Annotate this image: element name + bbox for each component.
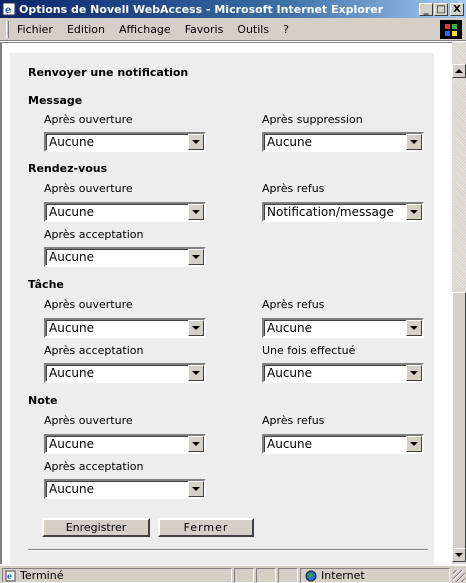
select-value: Aucune — [49, 135, 95, 149]
page-title: Renvoyer une notification — [28, 66, 189, 79]
menu-fichier[interactable]: Fichier — [17, 23, 53, 36]
task-after-open-select[interactable]: Aucune — [44, 318, 206, 338]
select-value: Aucune — [267, 437, 313, 451]
globe-icon — [305, 570, 317, 582]
note-after-open-select[interactable]: Aucune — [44, 434, 206, 454]
section-title-rendez-vous: Rendez-vous — [28, 162, 108, 175]
select-value: Notification/message — [267, 205, 394, 219]
select-value: Aucune — [49, 437, 95, 451]
select-value: Aucune — [49, 250, 95, 264]
svg-text:e: e — [5, 5, 11, 16]
dropdown-arrow-icon[interactable] — [406, 204, 422, 220]
scroll-up-button[interactable] — [452, 64, 466, 78]
menu-favoris[interactable]: Favoris — [185, 23, 224, 36]
status-main: e Terminé — [2, 568, 232, 583]
title-bar[interactable]: e Options de Novell WebAccess - Microsof… — [0, 0, 466, 18]
svg-text:e: e — [7, 571, 12, 581]
status-cell — [278, 568, 298, 583]
windows-logo-icon — [440, 20, 462, 39]
window-title: Options de Novell WebAccess - Microsoft … — [19, 2, 384, 16]
dropdown-arrow-icon[interactable] — [188, 249, 204, 265]
appointment-after-open-select[interactable]: Aucune — [44, 202, 206, 222]
status-text: Terminé — [20, 569, 64, 582]
field-label: Après acceptation — [44, 228, 144, 241]
status-bar: e Terminé Internet — [0, 565, 466, 583]
field-label: Une fois effectué — [262, 344, 356, 357]
divider — [28, 549, 428, 551]
ie-document-icon: e — [2, 2, 16, 16]
security-zone: Internet — [300, 568, 450, 583]
field-label: Après ouverture — [44, 298, 133, 311]
menu-bar: Fichier Edition Affichage Favoris Outils… — [0, 18, 466, 41]
dropdown-arrow-icon[interactable] — [406, 320, 422, 336]
select-value: Aucune — [267, 135, 313, 149]
section-title-task: Tâche — [28, 278, 64, 291]
page-icon: e — [5, 570, 17, 582]
close-button[interactable]: X — [450, 2, 464, 16]
close-window-button[interactable]: Fermer — [158, 518, 254, 537]
message-after-delete-select[interactable]: Aucune — [262, 132, 424, 152]
section-title-message: Message — [28, 94, 83, 107]
dropdown-arrow-icon[interactable] — [406, 436, 422, 452]
select-value: Aucune — [49, 321, 95, 335]
select-value: Aucune — [49, 205, 95, 219]
chevron-down-icon — [455, 553, 463, 557]
vertical-scrollbar[interactable] — [452, 42, 466, 564]
dropdown-arrow-icon[interactable] — [188, 204, 204, 220]
note-after-accept-select[interactable]: Aucune — [44, 479, 206, 499]
task-after-accept-select[interactable]: Aucune — [44, 363, 206, 383]
field-label: Après refus — [262, 298, 325, 311]
chevron-up-icon — [455, 69, 463, 73]
select-value: Aucune — [267, 366, 313, 380]
status-cell — [256, 568, 276, 583]
select-value: Aucune — [49, 366, 95, 380]
menu-affichage[interactable]: Affichage — [119, 23, 171, 36]
dropdown-arrow-icon[interactable] — [406, 365, 422, 381]
appointment-after-decline-select[interactable]: Notification/message — [262, 202, 424, 222]
field-label: Après ouverture — [44, 414, 133, 427]
menu-help[interactable]: ? — [283, 23, 289, 36]
dropdown-arrow-icon[interactable] — [188, 436, 204, 452]
scroll-thumb[interactable] — [452, 292, 466, 562]
save-button[interactable]: Enregistrer — [42, 518, 150, 537]
note-after-decline-select[interactable]: Aucune — [262, 434, 424, 454]
field-label: Après suppression — [262, 113, 363, 126]
task-after-decline-select[interactable]: Aucune — [262, 318, 424, 338]
appointment-after-accept-select[interactable]: Aucune — [44, 247, 206, 267]
section-title-note: Note — [28, 394, 58, 407]
dropdown-arrow-icon[interactable] — [188, 481, 204, 497]
field-label: Après acceptation — [44, 460, 144, 473]
dropdown-arrow-icon[interactable] — [188, 320, 204, 336]
dropdown-arrow-icon[interactable] — [188, 134, 204, 150]
dropdown-arrow-icon[interactable] — [188, 365, 204, 381]
menu-outils[interactable]: Outils — [237, 23, 269, 36]
task-after-complete-select[interactable]: Aucune — [262, 363, 424, 383]
select-value: Aucune — [267, 321, 313, 335]
field-label: Après refus — [262, 414, 325, 427]
scroll-down-button[interactable] — [452, 548, 466, 562]
menu-edition[interactable]: Edition — [67, 23, 105, 36]
maximize-button[interactable]: □ — [434, 2, 448, 16]
select-value: Aucune — [49, 482, 95, 496]
field-label: Après refus — [262, 182, 325, 195]
field-label: Après ouverture — [44, 113, 133, 126]
field-label: Après ouverture — [44, 182, 133, 195]
minimize-button[interactable]: _ — [419, 2, 433, 16]
dropdown-arrow-icon[interactable] — [406, 134, 422, 150]
field-label: Après acceptation — [44, 344, 144, 357]
message-after-open-select[interactable]: Aucune — [44, 132, 206, 152]
resize-grip[interactable] — [453, 570, 465, 582]
toolbar-grip[interactable] — [6, 20, 9, 38]
zone-text: Internet — [321, 569, 365, 582]
status-cell — [234, 568, 254, 583]
